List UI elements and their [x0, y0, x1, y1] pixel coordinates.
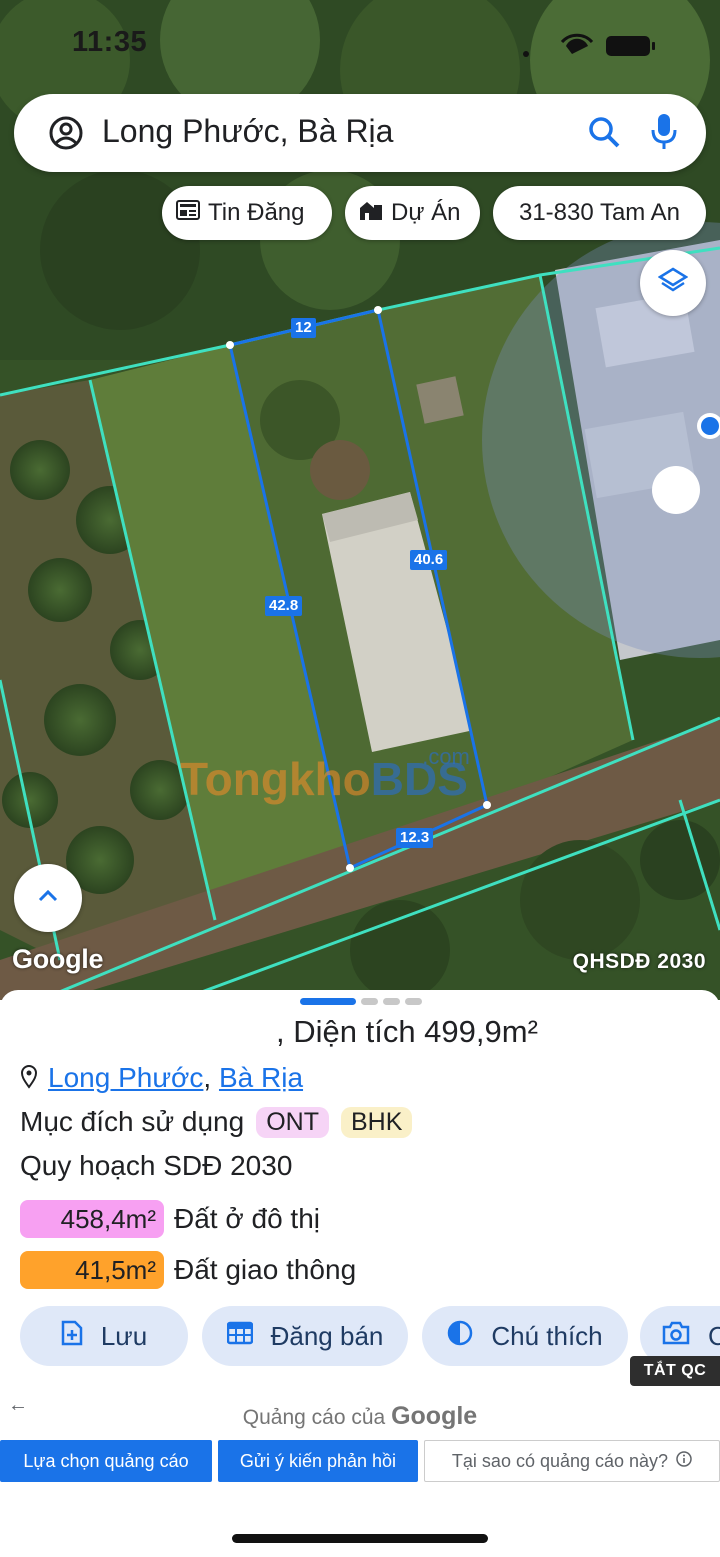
post-sale-button[interactable]: Đăng bán [202, 1306, 408, 1366]
post-sale-label: Đăng bán [270, 1320, 384, 1351]
location-separator: , [203, 1062, 212, 1093]
save-button[interactable]: Lưu [20, 1306, 188, 1366]
dimension-right-label: 40.6 [410, 550, 448, 570]
zone-label: Đất ở đô thị [174, 1203, 320, 1234]
chevron-up-icon [37, 889, 59, 908]
sheet-pager[interactable] [300, 998, 422, 1005]
microphone-icon[interactable] [650, 112, 678, 157]
parcel-area-title: , Diện tích 499,9m² [276, 1014, 538, 1049]
parcel-info-sheet[interactable]: , Diện tích 499,9m² Long Phước, Bà Rịa M… [0, 990, 720, 1557]
ad-feedback-button[interactable]: Gửi ý kiến phản hồi [218, 1440, 418, 1482]
search-icon[interactable] [586, 114, 622, 155]
dimension-bottom-label: 12.3 [396, 828, 434, 848]
zone-area-badge: 41,5m² [20, 1251, 164, 1289]
chip-du-an[interactable]: Dự Án [345, 186, 480, 240]
search-bar[interactable]: Long Phước, Bà Rịa [14, 94, 706, 172]
expand-up-button[interactable] [14, 864, 82, 932]
status-time: 11:35 [72, 26, 148, 58]
watermark-main: Tongkho [180, 753, 371, 805]
dimension-top-label: 12 [291, 318, 316, 338]
signal-icon [523, 51, 529, 57]
ad-label-prefix: Quảng cáo của [242, 1406, 386, 1429]
layers-icon [657, 266, 689, 301]
save-label: Lưu [100, 1320, 148, 1351]
chip-label: Dự Án [391, 199, 461, 226]
status-icons [522, 32, 662, 63]
ad-choices-button[interactable]: Lựa chọn quảng cáo [0, 1440, 212, 1482]
land-use-purpose: Mục đích sử dụng ONT BHK [20, 1106, 413, 1138]
ad-attribution: Quảng cáo của Google [0, 1402, 720, 1431]
chip-label: 31-830 Tam An [518, 199, 680, 226]
zone-label: Đất giao thông [174, 1254, 357, 1285]
layers-button[interactable] [640, 250, 706, 316]
capture-label: C [708, 1320, 720, 1351]
half-circle-icon [447, 1320, 473, 1353]
watermark-suffix: .com [422, 744, 470, 769]
zone-row: 41,5m² Đất giao thông [20, 1251, 356, 1289]
home-indicator[interactable] [232, 1534, 488, 1543]
info-icon [676, 1450, 692, 1472]
parcel-title: , Diện tích 499,9m² [20, 1014, 538, 1050]
search-query[interactable]: Long Phước, Bà Rịa [102, 113, 393, 150]
camera-icon [662, 1321, 690, 1352]
action-bar: Lưu Đăng bán Chú thích C [20, 1306, 720, 1368]
why-this-ad-label: Tại sao có quảng cáo này? [451, 1450, 669, 1471]
satellite-map[interactable]: 12 42.8 40.6 12.3 TongkhoBDS .com 11:35 … [0, 0, 720, 1000]
zone-area-badge: 458,4m² [20, 1200, 164, 1238]
legend-button[interactable]: Chú thích [422, 1306, 628, 1366]
location-pin-icon [20, 1064, 38, 1096]
newspaper-icon [176, 199, 200, 227]
ad-label-brand: Google [391, 1402, 478, 1430]
account-icon[interactable] [48, 115, 84, 156]
chip-tin-dang[interactable]: Tin Đăng [162, 186, 332, 240]
why-this-ad-button[interactable]: Tại sao có quảng cáo này? [424, 1440, 720, 1482]
add-file-icon [61, 1320, 83, 1353]
battery-icon [606, 36, 650, 56]
building-icon [359, 199, 383, 228]
purpose-label: Mục đích sử dụng [20, 1106, 245, 1137]
legend-label: Chú thích [491, 1320, 603, 1351]
calendar-grid-icon [226, 1321, 253, 1352]
status-bar: 11:35 [0, 22, 720, 62]
location-ward-link[interactable]: Long Phước [48, 1062, 203, 1093]
wifi-icon [566, 38, 588, 54]
plan-label: Quy hoạch SDĐ 2030 [20, 1150, 293, 1181]
map-layer-label: QHSDĐ 2030 [572, 950, 706, 973]
google-logo: Google [12, 944, 104, 974]
chip-label: Tin Đăng [208, 199, 305, 226]
parcel-location: Long Phước, Bà Rịa [20, 1062, 303, 1096]
purpose-tag-ont: ONT [256, 1106, 329, 1138]
chip-tam-an[interactable]: 31-830 Tam An [493, 186, 706, 240]
purpose-tag-bhk: BHK [340, 1106, 413, 1138]
location-city-link[interactable]: Bà Rịa [219, 1062, 303, 1093]
redacted-text [20, 1020, 276, 1042]
watermark: TongkhoBDS .com [180, 744, 470, 806]
dimension-left-label: 42.8 [265, 596, 303, 616]
zone-row: 458,4m² Đất ở đô thị [20, 1200, 320, 1238]
close-ads-button[interactable]: TẮT QC [630, 1356, 720, 1386]
